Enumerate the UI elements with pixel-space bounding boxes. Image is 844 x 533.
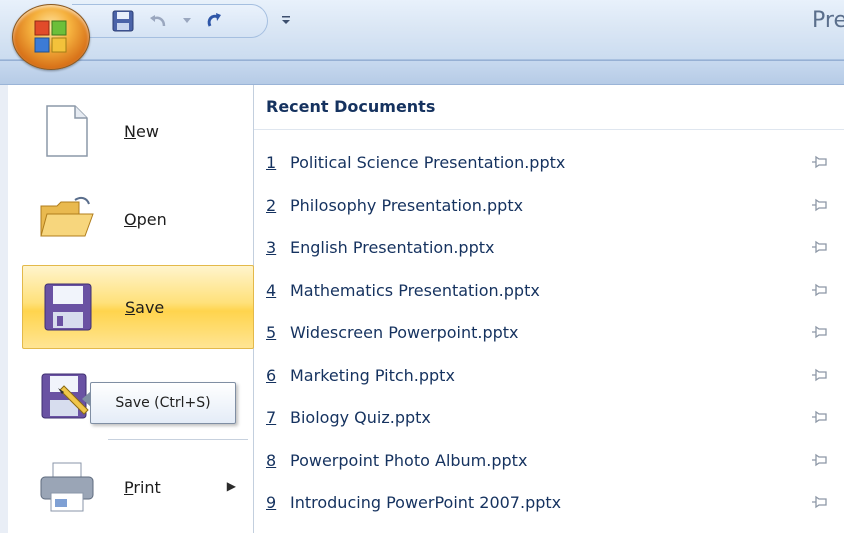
office-window: Pre New Open Save Print ▶ Recent Documen…: [0, 0, 844, 533]
recent-document-item[interactable]: 1 Political Science Presentation.pptx: [254, 143, 844, 181]
document-number: 3: [266, 237, 277, 257]
document-number: 1: [266, 152, 277, 172]
pin-icon[interactable]: [810, 366, 830, 384]
recent-document-item[interactable]: 9 Introducing PowerPoint 2007.pptx: [254, 483, 844, 521]
pin-icon[interactable]: [810, 408, 830, 426]
pin-icon[interactable]: [810, 451, 830, 469]
new-label: New: [124, 121, 159, 141]
document-name: Powerpoint Photo Album.pptx: [290, 450, 528, 470]
document-name: Philosophy Presentation.pptx: [290, 195, 524, 215]
save-command[interactable]: Save: [22, 265, 254, 349]
menu-header-strip: [0, 60, 844, 84]
open-command[interactable]: Open: [22, 177, 254, 261]
recent-documents-header: Recent Documents: [266, 97, 436, 116]
command-pane: New Open Save Print ▶: [8, 85, 254, 533]
save-label: Save: [125, 297, 165, 317]
redo-icon[interactable]: [202, 8, 228, 34]
pin-icon[interactable]: [810, 238, 830, 256]
office-button[interactable]: [12, 4, 90, 70]
recent-document-item[interactable]: 8 Powerpoint Photo Album.pptx: [254, 441, 844, 479]
document-number: 4: [266, 280, 277, 300]
document-number: 5: [266, 322, 277, 342]
open-label: Open: [124, 209, 167, 229]
tooltip-text: Save (Ctrl+S): [115, 395, 211, 411]
document-name: Mathematics Presentation.pptx: [290, 280, 540, 300]
recent-document-item[interactable]: 5 Widescreen Powerpoint.pptx: [254, 313, 844, 351]
recent-document-item[interactable]: 7 Biology Quiz.pptx: [254, 398, 844, 436]
tooltip-tail: [82, 391, 91, 407]
recent-document-item[interactable]: 6 Marketing Pitch.pptx: [254, 356, 844, 394]
save-disk-icon: [33, 272, 103, 342]
header-divider: [254, 129, 844, 130]
recent-document-item[interactable]: 3 English Presentation.pptx: [254, 228, 844, 266]
save-icon[interactable]: [110, 8, 136, 34]
print-command[interactable]: Print ▶: [22, 445, 254, 529]
title-bar: Pre: [0, 0, 844, 60]
customize-qat-icon[interactable]: [276, 10, 296, 30]
document-name: Introducing PowerPoint 2007.pptx: [290, 492, 562, 512]
document-name: English Presentation.pptx: [290, 237, 495, 257]
new-document-icon: [32, 96, 102, 166]
recent-documents-pane: Recent Documents 1 Political Science Pre…: [254, 85, 844, 533]
document-number: 7: [266, 407, 277, 427]
document-name: Marketing Pitch.pptx: [290, 365, 455, 385]
recent-document-item[interactable]: 4 Mathematics Presentation.pptx: [254, 271, 844, 309]
recent-document-item[interactable]: 2 Philosophy Presentation.pptx: [254, 186, 844, 224]
print-label: Print: [124, 477, 161, 497]
document-number: 6: [266, 365, 277, 385]
document-name: Biology Quiz.pptx: [290, 407, 431, 427]
quick-access-toolbar: [72, 4, 268, 38]
undo-dropdown-icon[interactable]: [182, 8, 192, 34]
document-number: 2: [266, 195, 277, 215]
pin-icon[interactable]: [810, 153, 830, 171]
pin-icon[interactable]: [810, 281, 830, 299]
pin-icon[interactable]: [810, 493, 830, 511]
document-number: 8: [266, 450, 277, 470]
save-tooltip: Save (Ctrl+S): [82, 382, 236, 424]
document-name: Political Science Presentation.pptx: [290, 152, 566, 172]
app-title: Pre: [812, 8, 844, 33]
office-menu: New Open Save Print ▶ Recent Documents 1…: [0, 84, 844, 533]
open-folder-icon: [32, 184, 102, 254]
pin-icon[interactable]: [810, 196, 830, 214]
new-command[interactable]: New: [22, 89, 254, 173]
undo-icon[interactable]: [146, 8, 172, 34]
document-number: 9: [266, 492, 277, 512]
submenu-arrow-icon: ▶: [226, 479, 236, 493]
document-name: Widescreen Powerpoint.pptx: [290, 322, 519, 342]
printer-icon: [32, 452, 102, 522]
menu-separator: [108, 439, 248, 440]
pin-icon[interactable]: [810, 323, 830, 341]
office-logo-icon: [34, 20, 67, 53]
